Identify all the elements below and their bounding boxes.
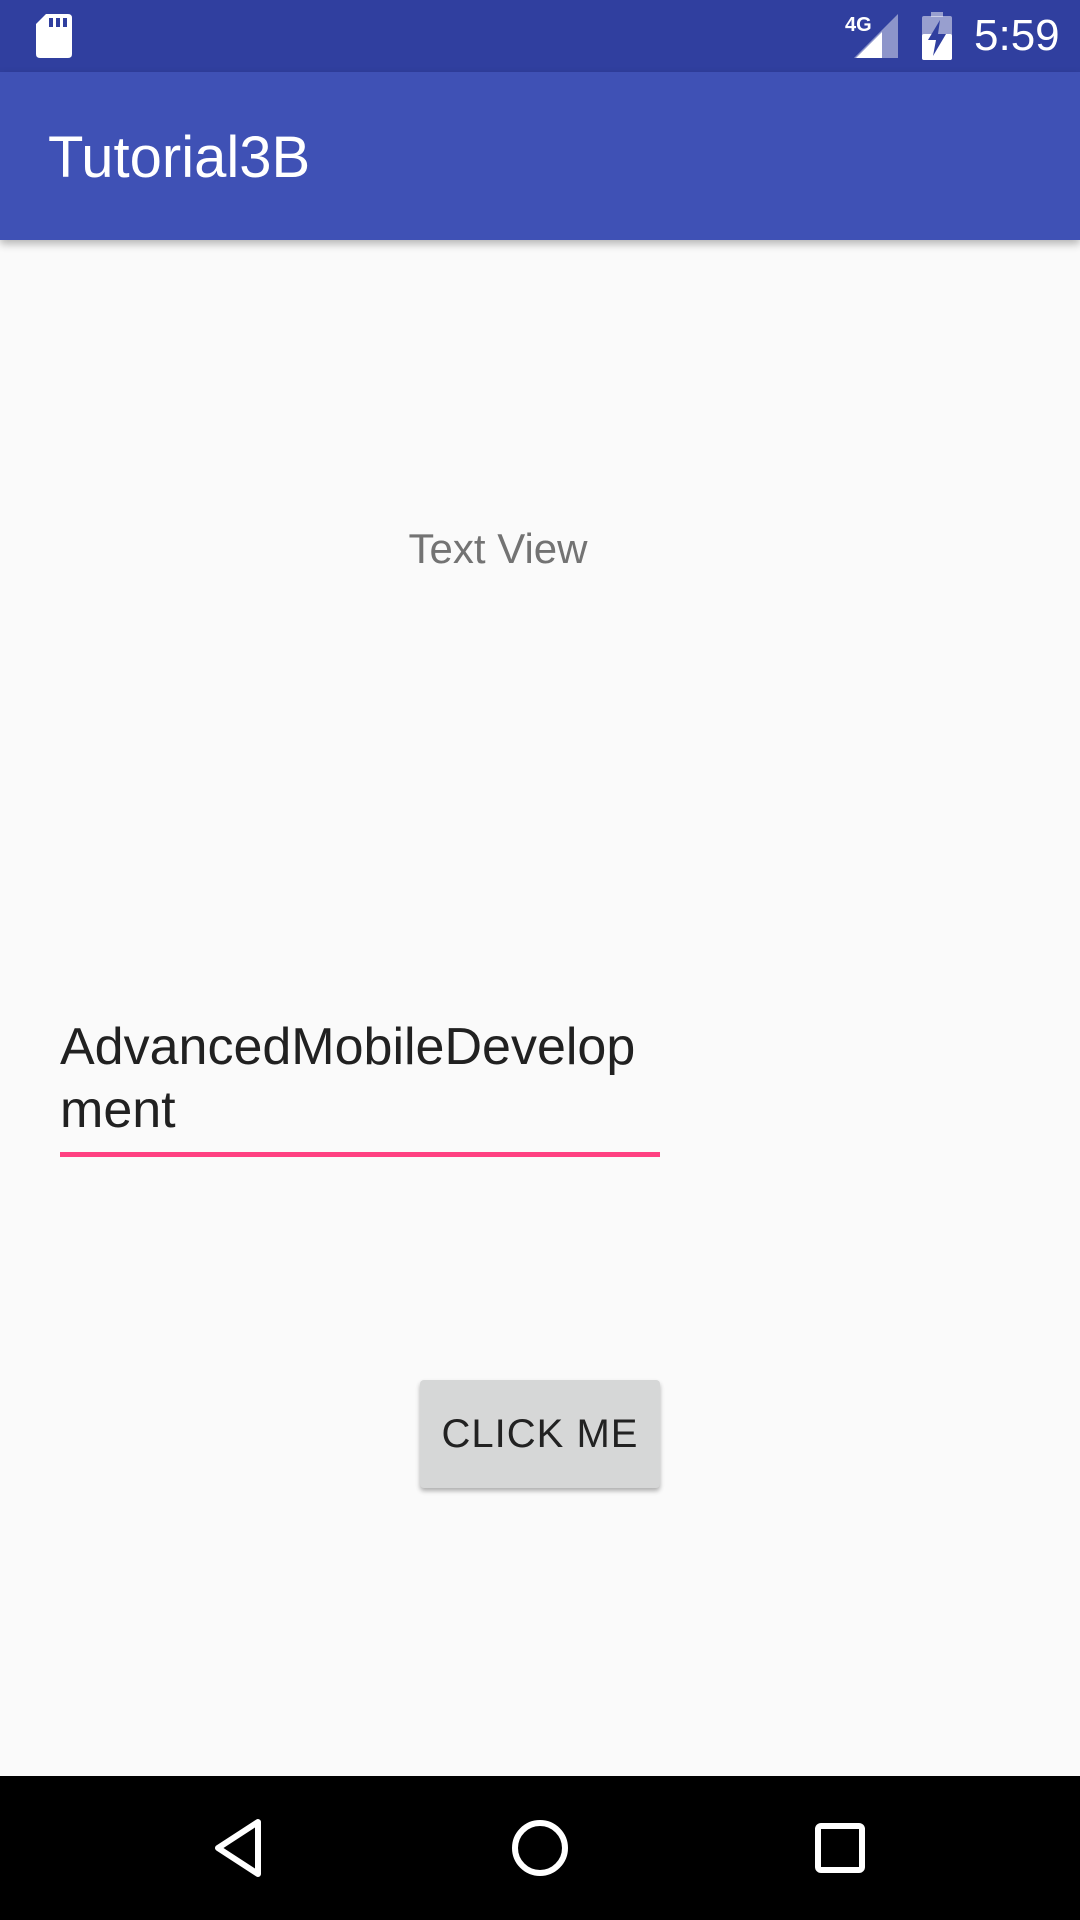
app-bar: Tutorial3B (0, 72, 1080, 240)
cell-signal-icon (854, 14, 898, 58)
main-content: Text View AdvancedMobileDevelopment CLIC… (0, 240, 1080, 1776)
back-icon[interactable] (204, 1812, 276, 1884)
status-bar: 4G 5:59 (0, 0, 1080, 72)
click-me-button[interactable]: CLICK ME (420, 1380, 660, 1488)
sd-card-icon (36, 14, 72, 58)
navigation-bar (0, 1776, 1080, 1920)
text-view: Text View (408, 525, 588, 572)
edit-text-underline (60, 1152, 660, 1157)
app-title: Tutorial3B (48, 125, 311, 190)
home-icon[interactable] (504, 1812, 576, 1884)
recents-icon[interactable] (804, 1812, 876, 1884)
battery-charging-icon (922, 12, 952, 60)
clock: 5:59 (974, 11, 1060, 60)
edit-text-field[interactable]: AdvancedMobileDevelopment (60, 1016, 660, 1142)
